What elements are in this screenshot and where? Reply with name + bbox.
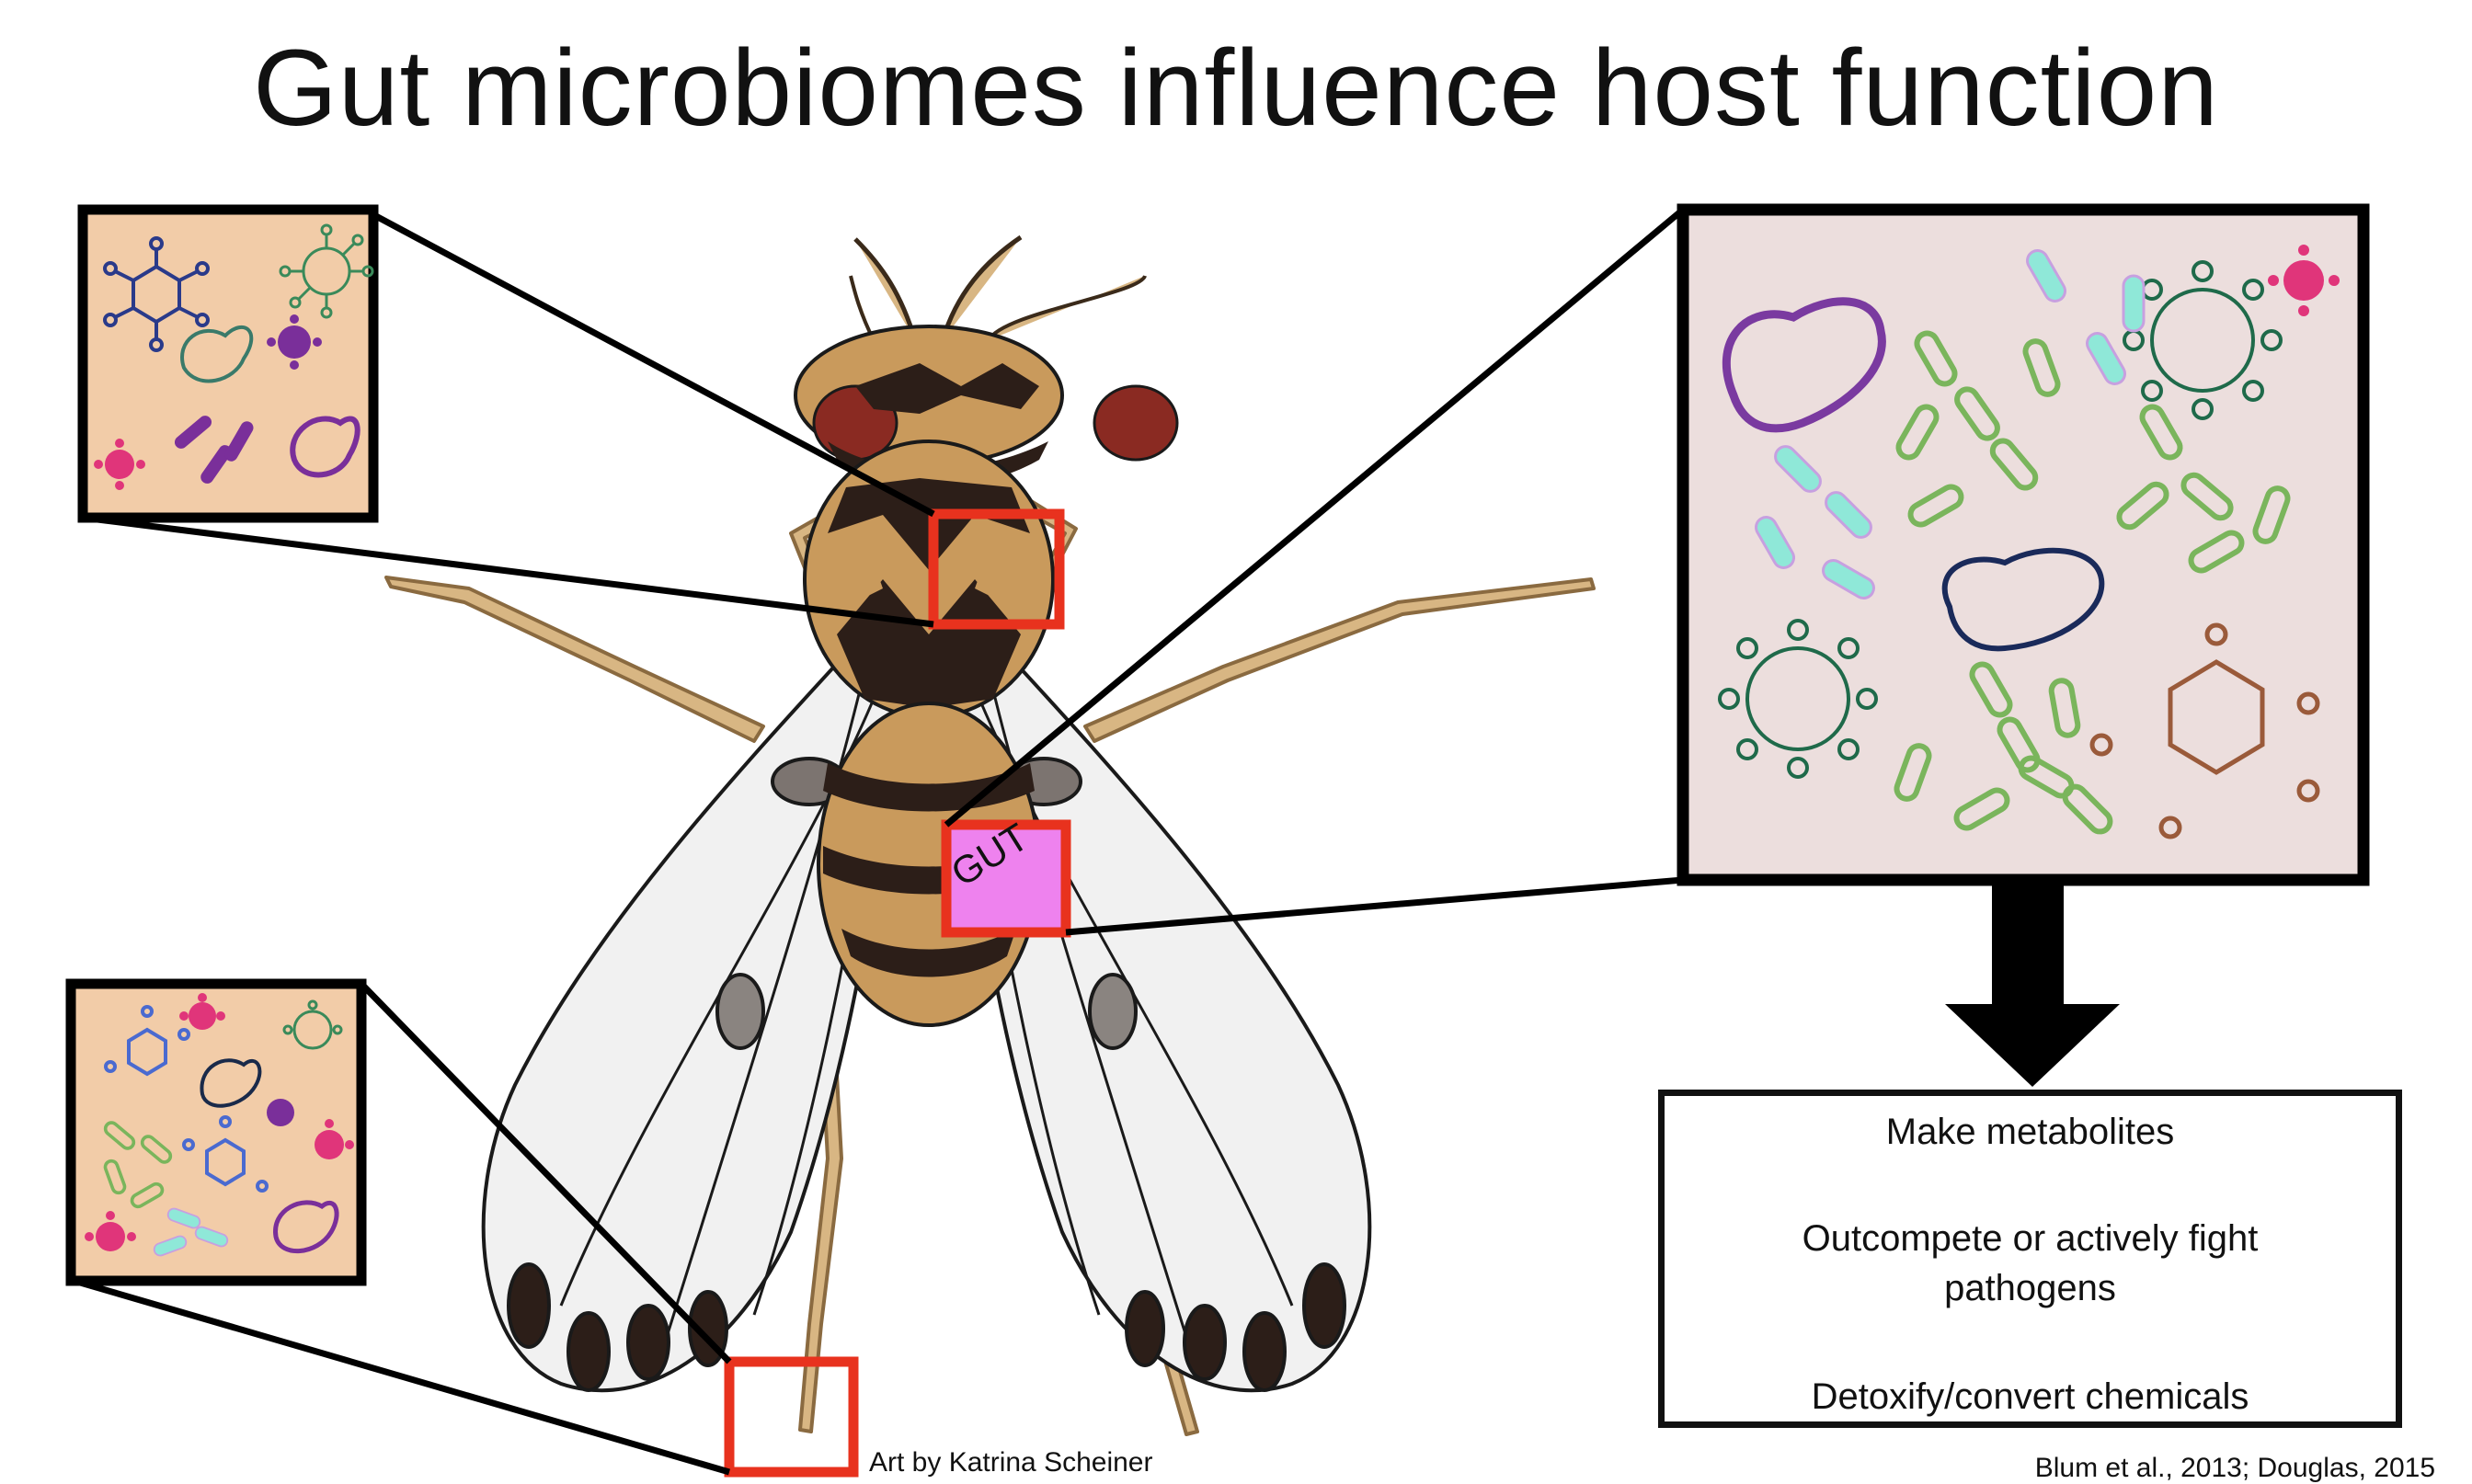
citation: Blum et al., 2013; Douglas, 2015 [2034, 1453, 2435, 1483]
virus-icon [267, 1099, 294, 1126]
outcome-metabolites: Make metabolites [1885, 1112, 2175, 1152]
outcome-fight-pathogens-cont: pathogens [1944, 1268, 2116, 1308]
outcome-fight-pathogens: Outcompete or actively fight [1802, 1218, 2259, 1259]
foot-highlight-box [724, 1356, 859, 1478]
microbe-panel-foot [65, 978, 367, 1286]
fly-antennae [849, 234, 1147, 342]
outcome-detoxify: Detoxify/convert chemicals [1811, 1376, 2249, 1417]
host-functions-box: Make metabolites Outcompete or actively … [1658, 1090, 2402, 1428]
microbe-panel-thorax [77, 204, 379, 523]
microbe-panel-gut [1677, 203, 2370, 886]
down-arrow-icon [1945, 880, 2120, 1087]
art-credit: Art by Katrina Scheiner [869, 1447, 1153, 1478]
